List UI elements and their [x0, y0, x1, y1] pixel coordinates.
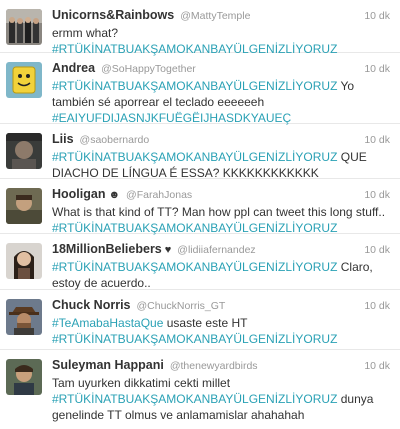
- author-handle[interactable]: @SoHappyTogether: [101, 63, 196, 75]
- tweet-item[interactable]: Liis @saobernardo 10 dk #RTÜKİNATBUAKŞAM…: [0, 124, 400, 181]
- author-handle[interactable]: @lidiiafernandez: [177, 244, 255, 256]
- text-segment: Tam uyurken dikkatimi cekti millet: [52, 376, 231, 390]
- text-segment: What is that kind of TT? Man how ppl can…: [52, 205, 386, 219]
- timestamp[interactable]: 10 dk: [364, 63, 390, 75]
- author-handle[interactable]: @FarahJonas: [126, 189, 192, 201]
- author-name[interactable]: Liis: [52, 132, 74, 146]
- timestamp[interactable]: 10 dk: [364, 189, 390, 201]
- tweet-text: #RTÜKİNATBUAKŞAMOKANBAYÜLGENİZLİYORUZ Cl…: [52, 259, 392, 291]
- tweet-item[interactable]: Andrea @SoHappyTogether 10 dk #RTÜKİNATB…: [0, 53, 400, 126]
- timestamp[interactable]: 10 dk: [364, 360, 390, 372]
- timestamp[interactable]: 10 dk: [364, 10, 390, 22]
- hashtag-link[interactable]: #RTÜKİNATBUAKŞAMOKANBAYÜLGENİZLİYORUZ: [52, 79, 337, 93]
- author-name[interactable]: Chuck Norris: [52, 298, 131, 312]
- hashtag-link[interactable]: #TeAmabaHastaQue: [52, 316, 163, 330]
- tweet-item[interactable]: 18MillionBeliebers ♥ @lidiiafernandez 10…: [0, 234, 400, 290]
- author-handle[interactable]: @saobernardo: [80, 134, 150, 146]
- hashtag-link[interactable]: #RTÜKİNATBUAKŞAMOKANBAYÜLGENİZLİYORUZ: [52, 260, 337, 274]
- smiley-icon: ☻: [108, 189, 121, 201]
- hashtag-link[interactable]: #EAIYUFDIJASNJKFUËGËIJHASDKYAUEÇ: [52, 111, 291, 125]
- author-name[interactable]: Hooligan: [52, 187, 105, 201]
- tweet-text: What is that kind of TT? Man how ppl can…: [52, 204, 392, 236]
- heart-icon: ♥: [164, 244, 172, 256]
- text-segment: usaste este HT: [163, 316, 248, 330]
- tweet-text: Tam uyurken dikkatimi cekti millet #RTÜK…: [52, 375, 392, 423]
- tweet-item[interactable]: Hooligan ☻ @FarahJonas 10 dk What is tha…: [0, 179, 400, 236]
- author-handle[interactable]: @ChuckNorris_GT: [137, 300, 226, 312]
- author-name[interactable]: Unicorns&Rainbows: [52, 8, 174, 22]
- avatar[interactable]: [6, 9, 42, 45]
- author-handle[interactable]: @thenewyardbirds: [170, 360, 258, 372]
- tweet-item[interactable]: Unicorns&Rainbows @MattyTemple 10 dk erm…: [0, 0, 400, 56]
- timestamp[interactable]: 10 dk: [364, 244, 390, 256]
- tweet-text: #RTÜKİNATBUAKŞAMOKANBAYÜLGENİZLİYORUZ Yo…: [52, 78, 392, 126]
- tweet-text: #TeAmabaHastaQue usaste este HT #RTÜKİNA…: [52, 315, 392, 347]
- hashtag-link[interactable]: #RTÜKİNATBUAKŞAMOKANBAYÜLGENİZLİYORUZ: [52, 150, 337, 164]
- avatar[interactable]: [6, 359, 42, 395]
- author-handle[interactable]: @MattyTemple: [180, 10, 250, 22]
- hashtag-link[interactable]: #RTÜKİNATBUAKŞAMOKANBAYÜLGENİZLİYORUZ: [52, 221, 337, 235]
- hashtag-link[interactable]: #RTÜKİNATBUAKŞAMOKANBAYÜLGENİZLİYORUZ: [52, 332, 337, 346]
- author-name[interactable]: 18MillionBeliebers: [52, 242, 162, 256]
- tweet-item[interactable]: Chuck Norris @ChuckNorris_GT 10 dk #TeAm…: [0, 290, 400, 350]
- tweet-text: #RTÜKİNATBUAKŞAMOKANBAYÜLGENİZLİYORUZ QU…: [52, 149, 392, 181]
- avatar[interactable]: [6, 299, 42, 335]
- tweet-feed: Unicorns&Rainbows @MattyTemple 10 dk erm…: [0, 0, 400, 429]
- author-name[interactable]: Suleyman Happani: [52, 358, 164, 372]
- avatar[interactable]: [6, 133, 42, 169]
- author-name[interactable]: Andrea: [52, 61, 95, 75]
- avatar[interactable]: [6, 243, 42, 279]
- tweet-item[interactable]: Suleyman Happani @thenewyardbirds 10 dk …: [0, 350, 400, 429]
- avatar[interactable]: [6, 188, 42, 224]
- timestamp[interactable]: 10 dk: [364, 300, 390, 312]
- avatar[interactable]: [6, 62, 42, 98]
- text-segment: ermm what?: [52, 26, 119, 40]
- timestamp[interactable]: 10 dk: [364, 134, 390, 146]
- hashtag-link[interactable]: #RTÜKİNATBUAKŞAMOKANBAYÜLGENİZLİYORUZ: [52, 392, 337, 406]
